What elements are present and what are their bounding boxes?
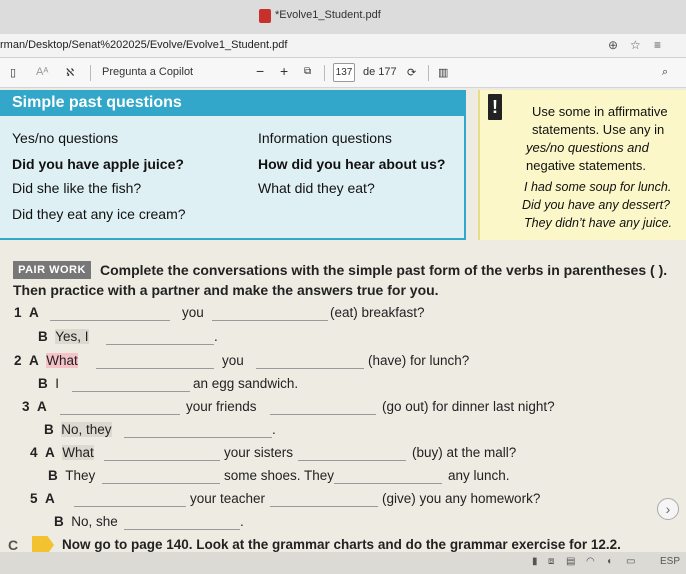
grammar-table: Yes/no questions Information questions D… [0, 116, 466, 240]
pdf-file-icon [259, 9, 271, 23]
col1-row-3: Did they eat any ice cream? [12, 206, 186, 222]
window-titlebar: *Evolve1_Student.pdf [0, 0, 686, 34]
grammar-box-header: Simple past questions [0, 90, 466, 116]
item-5-b: B No, she [54, 514, 118, 529]
tray-pin-icon[interactable]: ▮ [532, 556, 538, 567]
item-4-b: B They [48, 468, 96, 483]
item-2-a: 2 A What [14, 353, 78, 368]
ask-copilot-link[interactable]: Pregunta a Copilot [102, 66, 193, 78]
address-url[interactable]: rman/Desktop/Senat%202025/Evolve/Evolve1… [0, 39, 287, 51]
text-size-icon[interactable]: Aᴬ [36, 66, 48, 78]
item-3-a: 3 A [22, 399, 47, 414]
col1-header: Yes/no questions [12, 130, 119, 146]
item-4-a: 4 A What [30, 445, 94, 460]
read-aloud-icon[interactable]: ℵ [66, 66, 74, 79]
next-page-button[interactable]: › [657, 498, 679, 520]
item-1-a: 1 A [14, 305, 39, 320]
page-number-input[interactable]: 137 [333, 63, 355, 82]
zoom-in-button[interactable]: + [280, 63, 288, 79]
zoom-icon[interactable]: ⊕ [608, 38, 618, 52]
section-c-letter: C [8, 537, 19, 553]
exclamation-icon: ! [488, 94, 502, 120]
col1-row-1: Did you have apple juice? [12, 156, 184, 172]
pdf-toolbar: ▯ Aᴬ ℵ Pregunta a Copilot − + ⧉ 137 de 1… [0, 58, 686, 88]
note-line-1: Use some in affirmative [532, 104, 668, 119]
note-line-3: yes/no questions and [526, 140, 649, 155]
tray-folder-icon[interactable]: ▤ [566, 556, 575, 567]
instruction-line-2: Then practice with a partner and make th… [13, 282, 439, 298]
favorite-star-icon[interactable]: ☆ [630, 38, 641, 52]
contents-icon[interactable]: ▯ [10, 66, 16, 79]
tray-wifi-icon[interactable]: ◠ [586, 556, 595, 567]
search-icon[interactable]: ⌕ [662, 66, 668, 79]
note-line-2: statements. Use any in [532, 122, 665, 137]
item-3-b: B No, they [44, 422, 112, 437]
address-bar[interactable]: rman/Desktop/Senat%202025/Evolve/Evolve1… [0, 34, 686, 58]
tray-volume-icon[interactable]: ◖ [606, 556, 612, 567]
pair-work-badge: PAIR WORK [13, 261, 91, 279]
pdf-page: Simple past questions Yes/no questions I… [0, 88, 686, 574]
note-example-2: Did you have any dessert? [522, 198, 671, 212]
note-example-1: I had some soup for lunch. [524, 180, 672, 194]
page-view-icon[interactable]: ▥ [438, 66, 448, 79]
item-5-a: 5 A [30, 491, 55, 506]
col2-row-2: What did they eat? [258, 180, 375, 196]
rotate-icon[interactable]: ⟳ [407, 66, 416, 79]
tray-battery-icon[interactable]: ▭ [626, 556, 635, 567]
zoom-out-button[interactable]: − [256, 63, 264, 79]
section-c-text: Now go to page 140. Look at the grammar … [62, 537, 621, 552]
fit-page-icon[interactable]: ⧉ [304, 66, 311, 77]
system-tray: ▮ ⧈ ▤ ◠ ◖ ▭ ESP [0, 552, 686, 574]
grammar-title: Simple past questions [12, 94, 182, 111]
page-count: de 177 [363, 66, 397, 78]
favorites-list-icon[interactable]: ≡ [654, 38, 661, 52]
tray-app-icon[interactable]: ⧈ [548, 556, 554, 567]
grammar-note: ! Use some in affirmative statements. Us… [478, 90, 686, 240]
note-example-3: They didn’t have any juice. [524, 216, 673, 230]
tray-language[interactable]: ESP [660, 556, 680, 567]
col2-header: Information questions [258, 130, 392, 146]
item-1-a-text-1: you [182, 305, 204, 320]
instruction-line-1: Complete the conversations with the simp… [100, 262, 668, 278]
window-title: *Evolve1_Student.pdf [275, 9, 381, 21]
col2-row-1: How did you hear about us? [258, 156, 446, 172]
item-1-b: B Yes, I [38, 329, 89, 344]
col1-row-2: Did she like the fish? [12, 180, 142, 196]
item-1-a-text-2: (eat) breakfast? [330, 305, 425, 320]
note-line-4: negative statements. [526, 158, 646, 173]
item-2-b: B I [38, 376, 60, 391]
